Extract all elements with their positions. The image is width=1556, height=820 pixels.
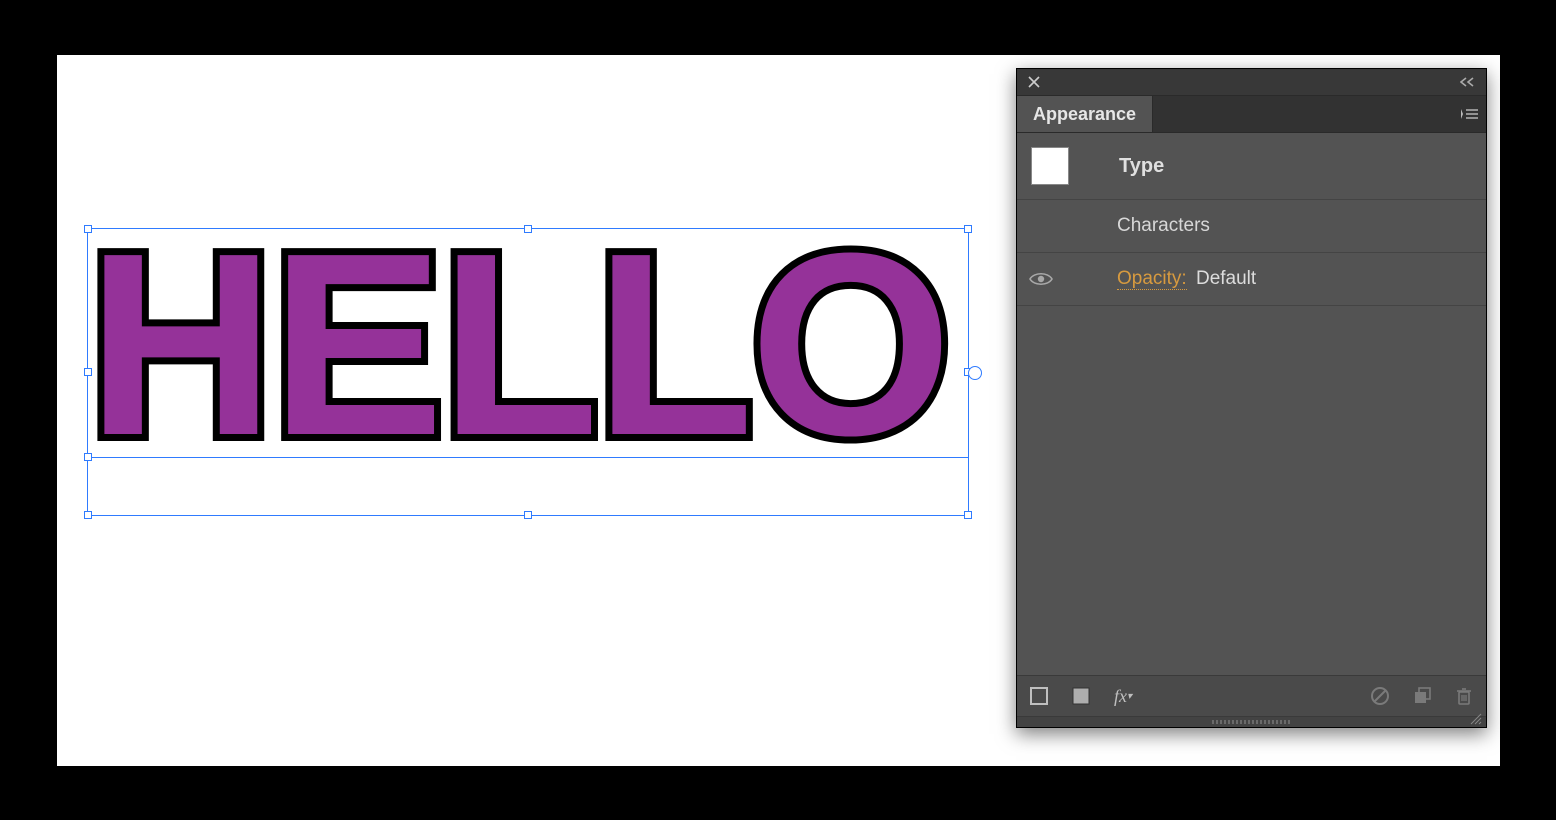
panel-tab-row: Appearance — [1017, 96, 1486, 133]
resize-handle-bottom-mid[interactable] — [524, 511, 532, 519]
app-window: HELLO Ap — [53, 51, 1504, 770]
clear-appearance-icon — [1368, 684, 1392, 708]
panel-resize-grip-icon[interactable] — [1468, 709, 1482, 723]
delete-trash-icon — [1452, 684, 1476, 708]
resize-handle-bottom-left[interactable] — [84, 511, 92, 519]
resize-handle-mid-right[interactable] — [964, 368, 972, 376]
close-icon[interactable] — [1025, 73, 1043, 91]
visibility-eye-icon[interactable] — [1027, 265, 1055, 293]
tab-appearance[interactable]: Appearance — [1017, 96, 1153, 132]
opacity-value: Default — [1196, 268, 1256, 289]
new-stroke-icon[interactable] — [1027, 684, 1051, 708]
appearance-panel[interactable]: Appearance Type Characters — [1016, 68, 1487, 728]
collapse-panel-icon[interactable] — [1460, 74, 1478, 90]
resize-handle-bottom-right[interactable] — [964, 511, 972, 519]
duplicate-item-icon — [1410, 684, 1434, 708]
panel-drag-handle[interactable] — [1017, 716, 1486, 727]
opacity-link[interactable]: Opacity: — [1117, 268, 1187, 290]
artboard[interactable]: HELLO Ap — [57, 55, 1500, 766]
panel-titlebar[interactable] — [1017, 69, 1486, 96]
text-outport-icon[interactable] — [968, 366, 982, 380]
panel-footer: fx▾ — [1017, 675, 1486, 716]
opacity-label: Opacity: Default — [1117, 268, 1256, 290]
new-fill-icon[interactable] — [1069, 684, 1093, 708]
fill-swatch[interactable] — [1031, 147, 1069, 185]
canvas-text-object[interactable]: HELLO — [87, 215, 948, 475]
type-row-label: Type — [1089, 155, 1164, 178]
panel-menu-icon[interactable] — [1452, 96, 1486, 132]
panel-body: Type Characters Opacity: Default — [1017, 133, 1486, 675]
resize-handle-top-right[interactable] — [964, 225, 972, 233]
characters-row[interactable]: Characters — [1017, 200, 1486, 253]
opacity-row[interactable]: Opacity: Default — [1017, 253, 1486, 306]
add-effect-icon[interactable]: fx▾ — [1111, 684, 1135, 708]
type-row[interactable]: Type — [1017, 133, 1486, 200]
